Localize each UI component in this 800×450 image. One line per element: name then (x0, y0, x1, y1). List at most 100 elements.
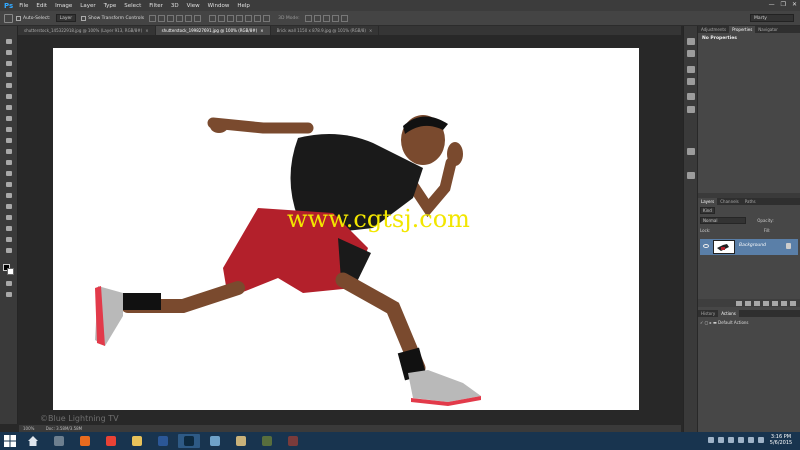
document-tab[interactable]: Brick wall 1150 x 878.9.jpg @ 101% (RGB/… (271, 26, 380, 35)
layer-row-background[interactable]: Background (700, 239, 798, 255)
eraser-tool-icon[interactable] (4, 148, 14, 155)
quick-mask-icon[interactable] (4, 280, 14, 287)
distribute-bottom-icon[interactable] (227, 14, 235, 22)
auto-select-dropdown[interactable]: Layer (55, 14, 77, 22)
menu-window[interactable]: Window (208, 3, 230, 9)
volume-icon[interactable] (728, 437, 734, 443)
tray-arrow-icon[interactable] (708, 437, 714, 443)
link-layers-icon[interactable] (736, 300, 742, 306)
marquee-tool-icon[interactable] (4, 49, 14, 56)
move-tool-icon[interactable] (4, 38, 14, 45)
align-left-icon[interactable] (176, 14, 184, 22)
taskbar-word-icon[interactable] (152, 434, 174, 448)
move-tool-icon[interactable] (4, 13, 13, 23)
document-tab-active[interactable]: shutterstock_199827691.jpg @ 100% (RGB/8… (155, 26, 271, 35)
menu-3d[interactable]: 3D (171, 3, 179, 9)
menu-view[interactable]: View (187, 3, 200, 9)
battery-icon[interactable] (738, 437, 744, 443)
background-color-swatch[interactable] (7, 268, 14, 275)
menu-edit[interactable]: Edit (36, 3, 47, 9)
tab-adjustments[interactable]: Adjustments (698, 26, 729, 33)
3d-slide-icon[interactable] (331, 14, 339, 22)
flag-icon[interactable] (748, 437, 754, 443)
paragraph-panel-icon[interactable] (687, 106, 695, 113)
type-tool-icon[interactable] (4, 203, 14, 210)
3d-roll-icon[interactable] (313, 14, 321, 22)
dodge-tool-icon[interactable] (4, 181, 14, 188)
workspace-dropdown[interactable]: Marty (750, 14, 794, 22)
clone-stamp-tool-icon[interactable] (4, 126, 14, 133)
brush-panel-icon[interactable] (687, 66, 695, 73)
menu-layer[interactable]: Layer (80, 3, 95, 9)
align-right-icon[interactable] (194, 14, 202, 22)
tab-channels[interactable]: Channels (717, 198, 742, 205)
taskbar-firefox-icon[interactable] (74, 434, 96, 448)
restore-icon[interactable]: ❐ (781, 1, 786, 8)
distribute-top-icon[interactable] (209, 14, 217, 22)
taskbar-tool-app-icon[interactable] (282, 434, 304, 448)
tab-layers[interactable]: Layers (698, 198, 718, 205)
3d-scale-icon[interactable] (340, 14, 348, 22)
healing-brush-tool-icon[interactable] (4, 104, 14, 111)
swatches-panel-icon[interactable] (687, 172, 695, 179)
new-group-icon[interactable] (772, 300, 778, 306)
menu-type[interactable]: Type (104, 3, 117, 9)
menu-file[interactable]: File (19, 3, 28, 9)
align-vcenter-icon[interactable] (158, 14, 166, 22)
taskbar-media-app-icon[interactable] (256, 434, 278, 448)
distribute-right-icon[interactable] (254, 14, 262, 22)
pen-tool-icon[interactable] (4, 192, 14, 199)
align-hcenter-icon[interactable] (185, 14, 193, 22)
close-icon[interactable]: ✕ (792, 1, 797, 8)
tab-paths[interactable]: Paths (742, 198, 759, 205)
taskbar-file-explorer-icon[interactable] (126, 434, 148, 448)
zoom-tool-icon[interactable] (4, 247, 14, 254)
new-layer-icon[interactable] (781, 300, 787, 306)
lasso-tool-icon[interactable] (4, 60, 14, 67)
taskbar-photoshop-icon[interactable] (178, 434, 200, 448)
taskbar-chrome-icon[interactable] (100, 434, 122, 448)
delete-layer-icon[interactable] (790, 300, 796, 306)
history-panel-icon[interactable] (687, 38, 695, 45)
screen-mode-icon[interactable] (4, 291, 14, 298)
eyedropper-tool-icon[interactable] (4, 93, 14, 100)
document-tab[interactable]: shutterstock_145322918.jpg @ 100% (Layer… (18, 26, 156, 35)
quick-select-tool-icon[interactable] (4, 71, 14, 78)
3d-drag-icon[interactable] (322, 14, 330, 22)
align-top-icon[interactable] (149, 14, 157, 22)
blend-mode-dropdown[interactable]: Normal (700, 217, 746, 224)
adjustment-layer-icon[interactable] (763, 300, 769, 306)
taskbar-shield-app-icon[interactable] (48, 434, 70, 448)
menu-filter[interactable]: Filter (149, 3, 163, 9)
auto-align-icon[interactable] (263, 14, 271, 22)
distribute-hcenter-icon[interactable] (245, 14, 253, 22)
path-select-tool-icon[interactable] (4, 214, 14, 221)
shape-tool-icon[interactable] (4, 225, 14, 232)
close-icon[interactable]: × (369, 28, 372, 33)
layer-style-icon[interactable] (745, 300, 751, 306)
close-icon[interactable]: × (145, 28, 148, 33)
tab-navigator[interactable]: Navigator (755, 26, 781, 33)
history-brush-tool-icon[interactable] (4, 137, 14, 144)
gradient-tool-icon[interactable] (4, 159, 14, 166)
auto-select-checkbox[interactable] (16, 15, 21, 21)
kind-filter-dropdown[interactable]: Kind (700, 207, 715, 214)
tab-history[interactable]: History (698, 310, 718, 317)
home-icon[interactable] (22, 434, 44, 448)
close-icon[interactable]: × (260, 28, 263, 33)
distribute-left-icon[interactable] (236, 14, 244, 22)
taskbar-image-viewer-icon[interactable] (204, 434, 226, 448)
crop-tool-icon[interactable] (4, 82, 14, 89)
3d-rotate-icon[interactable] (304, 14, 312, 22)
brush-tool-icon[interactable] (4, 115, 14, 122)
zoom-level[interactable]: 100% (23, 426, 34, 431)
taskbar-clock[interactable]: 3:16 PM 5/6/2015 (764, 434, 798, 446)
windows-start-icon[interactable] (4, 435, 16, 447)
character-panel-icon[interactable] (687, 93, 695, 100)
clone-source-panel-icon[interactable] (687, 78, 695, 85)
menu-select[interactable]: Select (124, 3, 141, 9)
hand-tool-icon[interactable] (4, 236, 14, 243)
distribute-vcenter-icon[interactable] (218, 14, 226, 22)
taskbar-folder-icon[interactable] (230, 434, 252, 448)
menu-image[interactable]: Image (55, 3, 72, 9)
